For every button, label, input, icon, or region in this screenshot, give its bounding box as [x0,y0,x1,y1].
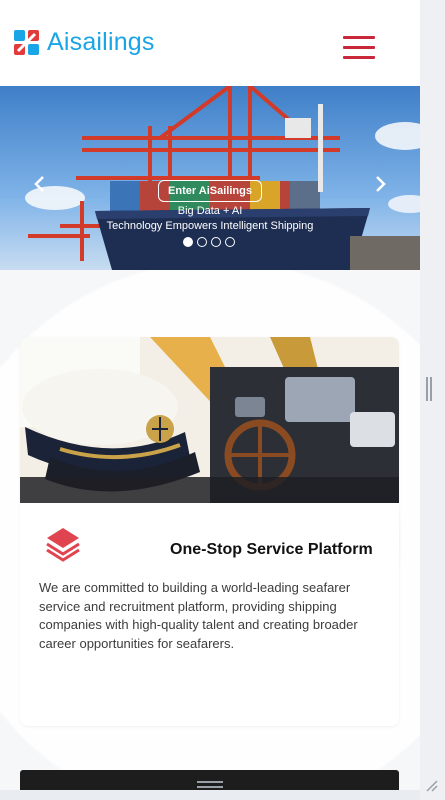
card-title: One-Stop Service Platform [170,541,373,558]
hamburger-menu-button[interactable] [343,36,375,60]
carousel-dot-3[interactable] [211,237,221,247]
carousel-dot-1[interactable] [183,237,193,247]
horizontal-grip-icon[interactable] [197,781,223,789]
logo[interactable]: Aisailings [14,28,155,56]
scrollbar-grip-icon[interactable] [426,377,432,401]
resize-handle-icon[interactable] [424,778,438,792]
banner-tagline: Big Data + AI [177,205,243,217]
chevron-left-icon [34,176,44,192]
card-description: We are committed to building a world-lea… [39,580,358,651]
chevron-right-icon [376,176,386,192]
enter-aisailings-button[interactable]: Enter AiSailings [158,180,262,202]
service-card[interactable]: One-Stop Service Platform We are committ… [20,337,399,726]
banner-next-arrow[interactable] [372,174,388,194]
banner-prev-arrow[interactable] [32,174,48,194]
logo-text: Aisailings [47,28,155,56]
carousel-dots [183,237,235,247]
captain-hat-image [20,337,399,503]
site-header: Aisailings [0,0,420,86]
page-viewport: Aisailings Enter AiSailings Big Data + A… [0,0,420,790]
carousel-dot-2[interactable] [197,237,207,247]
hero-banner: Enter AiSailings Big Data + AI Technolog… [0,86,420,270]
aisailings-logo-icon [14,29,39,55]
banner-subtitle: Technology Empowers Intelligent Shipping [106,220,314,232]
vertical-scrollbar[interactable] [420,0,445,800]
carousel-dot-4[interactable] [225,237,235,247]
layers-icon [46,528,80,562]
